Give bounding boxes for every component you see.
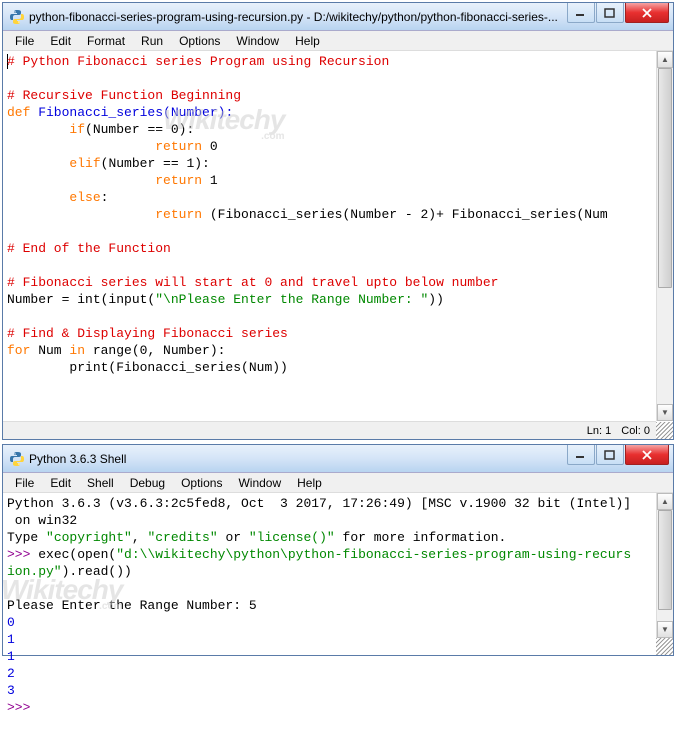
code-editor[interactable]: # Python Fibonacci series Program using … — [3, 51, 673, 395]
resize-grip[interactable] — [656, 638, 673, 655]
idle-editor-window: python-fibonacci-series-program-using-re… — [2, 2, 674, 440]
menu-window[interactable]: Window — [230, 474, 289, 492]
menu-options[interactable]: Options — [173, 474, 230, 492]
menu-file[interactable]: File — [7, 32, 42, 50]
maximize-button[interactable] — [596, 445, 624, 465]
shell-output[interactable]: Python 3.6.3 (v3.6.3:2c5fed8, Oct 3 2017… — [3, 493, 673, 735]
menu-run[interactable]: Run — [133, 32, 171, 50]
menu-debug[interactable]: Debug — [122, 474, 173, 492]
menubar: File Edit Format Run Options Window Help — [3, 31, 673, 51]
titlebar[interactable]: Python 3.6.3 Shell — [3, 445, 673, 473]
minimize-button[interactable] — [567, 3, 595, 23]
resize-grip[interactable] — [656, 422, 673, 439]
scroll-up-icon[interactable]: ▲ — [657, 493, 673, 510]
python-icon — [9, 9, 25, 25]
python-icon — [9, 451, 25, 467]
menu-format[interactable]: Format — [79, 32, 133, 50]
scroll-thumb[interactable] — [658, 68, 672, 288]
vertical-scrollbar[interactable]: ▲ ▼ — [656, 51, 673, 421]
menu-window[interactable]: Window — [228, 32, 287, 50]
window-controls — [566, 3, 669, 23]
menu-help[interactable]: Help — [287, 32, 328, 50]
menu-help[interactable]: Help — [289, 474, 330, 492]
minimize-button[interactable] — [567, 445, 595, 465]
menu-edit[interactable]: Edit — [42, 474, 79, 492]
menu-shell[interactable]: Shell — [79, 474, 122, 492]
status-line: Ln: 1 — [587, 425, 611, 437]
scroll-down-icon[interactable]: ▼ — [657, 404, 673, 421]
menubar: File Edit Shell Debug Options Window Hel… — [3, 473, 673, 493]
scroll-up-icon[interactable]: ▲ — [657, 51, 673, 68]
scroll-down-icon[interactable]: ▼ — [657, 621, 673, 638]
menu-edit[interactable]: Edit — [42, 32, 79, 50]
close-button[interactable] — [625, 3, 669, 23]
menu-options[interactable]: Options — [171, 32, 228, 50]
idle-shell-window: Python 3.6.3 Shell File Edit Shell Debug… — [2, 444, 674, 656]
close-button[interactable] — [625, 445, 669, 465]
window-controls — [566, 445, 669, 465]
scroll-thumb[interactable] — [658, 510, 672, 610]
vertical-scrollbar[interactable]: ▲ ▼ — [656, 493, 673, 638]
status-col: Col: 0 — [621, 425, 650, 437]
maximize-button[interactable] — [596, 3, 624, 23]
titlebar[interactable]: python-fibonacci-series-program-using-re… — [3, 3, 673, 31]
menu-file[interactable]: File — [7, 474, 42, 492]
statusbar: Ln: 1 Col: 0 — [3, 421, 656, 439]
